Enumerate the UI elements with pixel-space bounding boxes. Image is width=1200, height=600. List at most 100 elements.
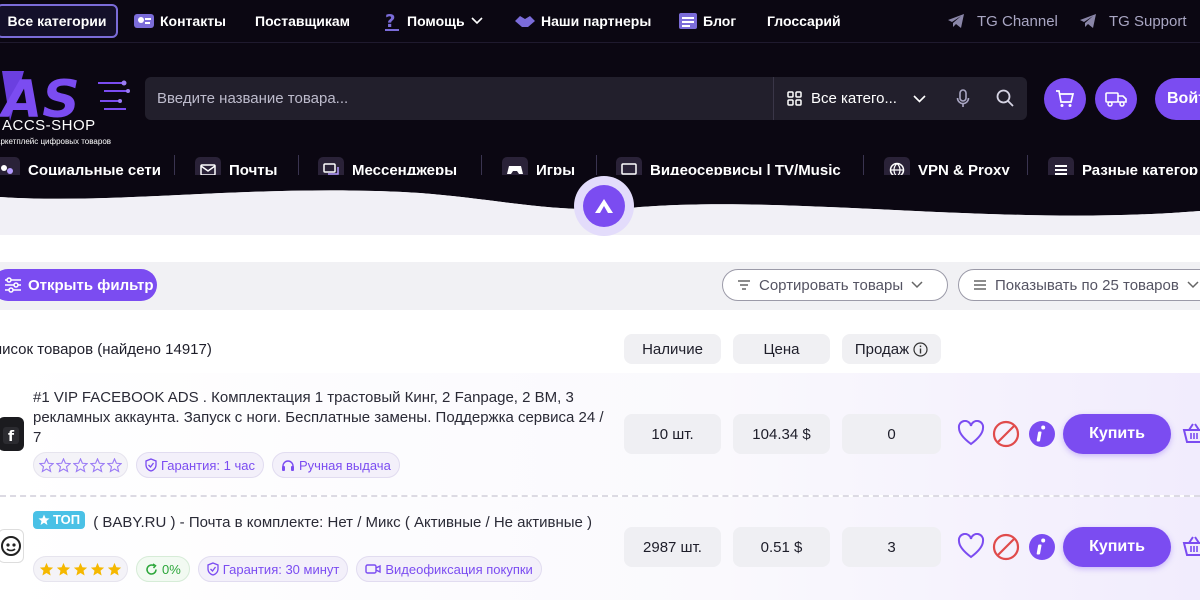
star-icon: [38, 514, 50, 526]
tg-support-link[interactable]: TG Support: [1079, 0, 1187, 42]
star-icon: [39, 562, 54, 577]
microphone-icon[interactable]: [956, 89, 970, 113]
refund-tag: 0%: [136, 556, 190, 582]
buy-button[interactable]: Купить: [1063, 414, 1171, 454]
sales-cell: 0: [842, 414, 941, 454]
column-price[interactable]: Цена: [733, 334, 830, 364]
chevron-down-icon: [1187, 281, 1199, 289]
help-menu[interactable]: ? Помощь: [382, 0, 488, 42]
chevron-down-icon: [471, 17, 483, 25]
column-stock-label: Наличие: [642, 340, 703, 358]
cart-button[interactable]: [1044, 78, 1086, 120]
filter-bar: Открыть фильтр Сортировать товары Показы…: [0, 262, 1200, 310]
star-icon: [107, 562, 122, 577]
add-to-basket-icon[interactable]: [1182, 535, 1200, 557]
glossary-link[interactable]: Глоссарий: [767, 0, 841, 42]
facebook-icon[interactable]: f: [0, 417, 24, 451]
category-select[interactable]: Все катего...: [787, 77, 926, 120]
product-title[interactable]: #1 VIP FACEBOOK ADS . Комплектация 1 тра…: [33, 388, 613, 448]
chevron-down-icon: [913, 94, 926, 103]
rating-stars: [33, 556, 128, 582]
cart-icon: [1055, 90, 1075, 108]
baby-ru-icon[interactable]: [0, 529, 24, 563]
telegram-icon: [1079, 13, 1097, 29]
per-page-label: Показывать по 25 товаров: [995, 276, 1179, 294]
logo-text: ACCS-SHOP: [2, 117, 96, 134]
brand-a-icon: [593, 197, 615, 215]
top-badge: ТОП: [33, 511, 86, 529]
refresh-icon: [145, 562, 158, 576]
suppliers-link[interactable]: Поставщикам: [255, 0, 350, 42]
add-to-basket-icon[interactable]: [1182, 422, 1200, 444]
star-icon: [56, 562, 71, 577]
info-icon[interactable]: [1028, 420, 1056, 448]
contacts-link[interactable]: Контакты: [133, 0, 226, 42]
glossary-label: Глоссарий: [767, 13, 841, 29]
search-icon[interactable]: [996, 89, 1014, 112]
tg-support-label: TG Support: [1109, 12, 1187, 30]
favorite-heart-icon[interactable]: [957, 533, 985, 559]
telegram-icon: [947, 13, 965, 29]
block-icon[interactable]: [992, 533, 1020, 561]
delivery-tag: Ручная выдача: [272, 452, 400, 478]
shield-icon: [207, 562, 219, 576]
blog-link[interactable]: Блог: [678, 0, 736, 42]
block-icon[interactable]: [992, 420, 1020, 448]
product-tags: Гарантия: 1 час Ручная выдача: [33, 452, 400, 478]
site-header: AS ACCS-SHOP аркетплейс цифровых товаров…: [0, 42, 1200, 190]
sales-cell: 3: [842, 527, 941, 567]
sort-icon: [737, 280, 751, 290]
shield-icon: [145, 458, 157, 472]
tg-channel-label: TG Channel: [977, 12, 1058, 30]
handshake-icon: [514, 13, 536, 29]
product-list-title: писок товаров (найдено 14917): [0, 341, 212, 358]
column-sales[interactable]: Продаж: [842, 334, 941, 364]
sort-select[interactable]: Сортировать товары: [722, 269, 948, 301]
info-outline-icon[interactable]: [913, 341, 928, 357]
tg-channel-link[interactable]: TG Channel: [947, 0, 1058, 42]
favorite-heart-icon[interactable]: [957, 420, 985, 446]
stock-cell: 10 шт.: [624, 414, 721, 454]
svg-text:?: ?: [385, 11, 395, 32]
star-icon: [56, 457, 71, 473]
suppliers-label: Поставщикам: [255, 13, 351, 29]
search-bar: Все катего...: [145, 77, 1027, 120]
login-button[interactable]: Войт: [1155, 78, 1200, 120]
buy-button[interactable]: Купить: [1063, 527, 1171, 567]
sort-label: Сортировать товары: [759, 276, 904, 294]
column-price-label: Цена: [763, 340, 800, 358]
chevron-down-icon: [911, 281, 923, 289]
price-cell: 0.51 $: [733, 527, 830, 567]
help-label: Помощь: [407, 13, 465, 29]
partners-label: Наши партнеры: [541, 13, 652, 29]
headset-icon: [281, 459, 295, 472]
info-icon[interactable]: [1028, 533, 1056, 561]
contacts-icon: [133, 12, 155, 30]
search-divider: [773, 77, 774, 120]
brand-badge: [574, 176, 634, 236]
star-icon: [90, 562, 105, 577]
blog-icon: [678, 12, 698, 30]
column-stock[interactable]: Наличие: [624, 334, 721, 364]
delivery-label: Ручная выдача: [299, 457, 391, 473]
warranty-tag: Гарантия: 30 минут: [197, 556, 349, 582]
rating-stars: [33, 452, 128, 478]
truck-icon: [1105, 91, 1127, 107]
search-input[interactable]: [145, 90, 745, 107]
partners-link[interactable]: Наши партнеры: [514, 0, 651, 42]
top-nav: Все категории Контакты Поставщикам ? Пом…: [0, 0, 1200, 42]
stock-cell: 2987 шт.: [624, 527, 721, 567]
open-filter-button[interactable]: Открыть фильтр: [0, 269, 157, 301]
delivery-button[interactable]: [1095, 78, 1137, 120]
product-title-block[interactable]: ТОП ( BABY.RU ) - Почта в комплекте: Нет…: [33, 511, 613, 533]
star-icon: [73, 562, 88, 577]
all-categories-button[interactable]: Все категории: [0, 4, 118, 38]
warranty-label: Гарантия: 30 минут: [222, 561, 340, 577]
filter-icon: [4, 277, 22, 293]
contacts-label: Контакты: [160, 13, 227, 29]
svg-text:f: f: [8, 429, 15, 445]
star-icon: [107, 457, 122, 473]
category-select-label: Все катего...: [811, 90, 897, 107]
per-page-select[interactable]: Показывать по 25 товаров: [958, 269, 1200, 301]
site-logo[interactable]: AS ACCS-SHOP аркетплейс цифровых товаров: [0, 61, 130, 147]
